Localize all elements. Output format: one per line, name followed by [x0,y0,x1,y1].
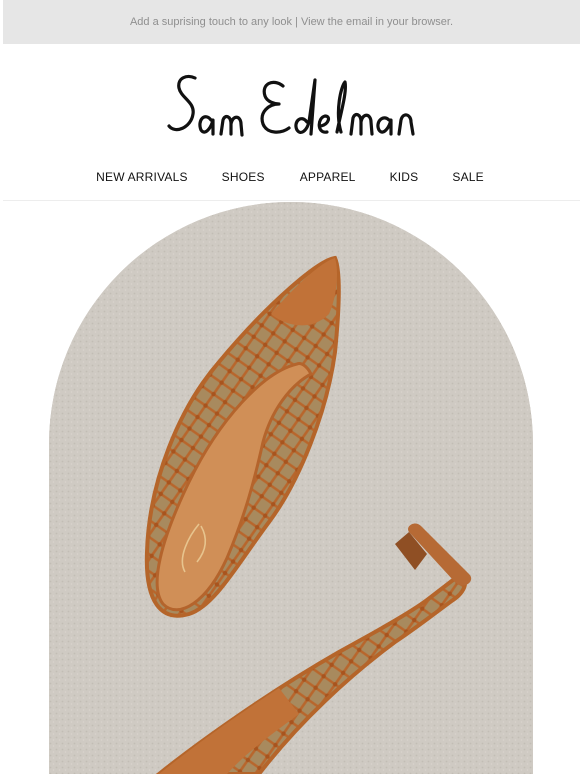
nav-apparel[interactable]: APPAREL [300,170,356,184]
hero-image[interactable] [49,202,533,774]
brand-logo-script [167,74,415,137]
nav-kids[interactable]: KIDS [390,170,419,184]
preheader-text[interactable]: Add a suprising touch to any look | View… [130,16,453,28]
brand-logo[interactable] [165,72,415,142]
hero-shoes-illustration [49,202,533,774]
nav-sale[interactable]: SALE [452,170,484,184]
header [0,44,580,154]
main-nav: NEW ARRIVALS SHOES APPAREL KIDS SALE [0,160,580,194]
nav-new-arrivals[interactable]: NEW ARRIVALS [96,170,188,184]
nav-shoes[interactable]: SHOES [222,170,265,184]
divider [3,200,580,201]
preheader-bar: Add a suprising touch to any look | View… [3,0,580,44]
